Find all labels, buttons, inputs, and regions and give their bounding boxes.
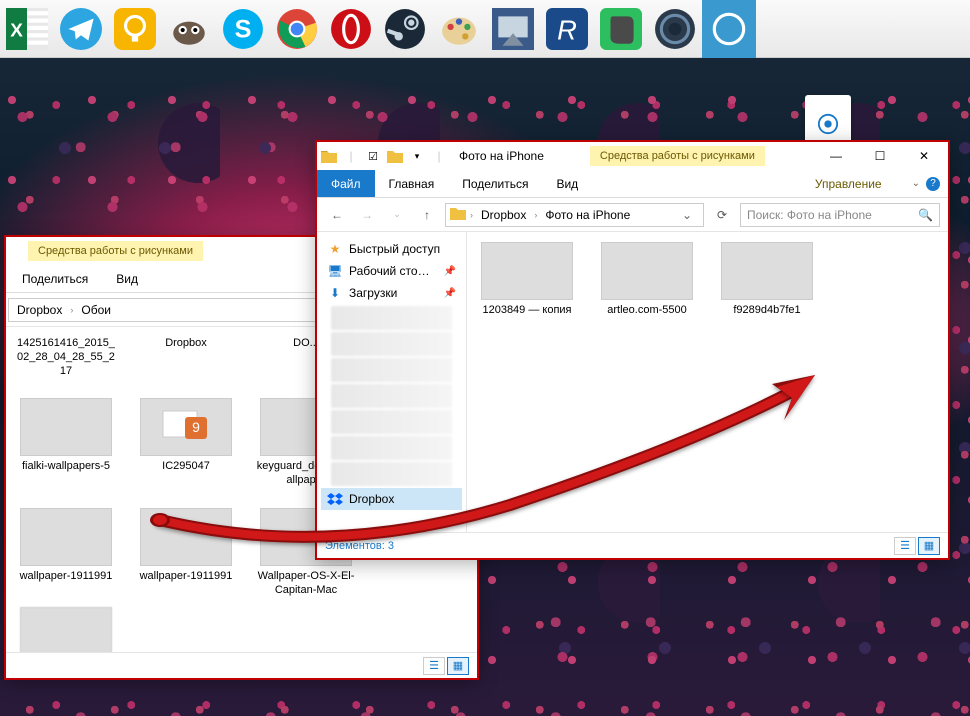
view-details-button[interactable]: ☰ [423, 657, 445, 675]
file-item[interactable]: 1425161416_2015_02_28_04_28_55_217 [16, 337, 116, 378]
svg-text:9: 9 [192, 419, 200, 435]
view-icons-button[interactable]: ▦ [447, 657, 469, 675]
qat-newfolder-icon[interactable] [385, 146, 405, 166]
nav-downloads[interactable]: ⬇Загрузки📌 [321, 282, 462, 304]
taskbar-excel-icon[interactable]: X [0, 0, 54, 58]
tab-share[interactable]: Поделиться [8, 265, 102, 292]
desktop-icon: 🖥 [327, 263, 343, 279]
up-button[interactable]: ↑ [415, 203, 439, 227]
taskbar-paint-icon[interactable] [432, 0, 486, 58]
nav-blurred-item [331, 358, 452, 382]
nav-dropbox[interactable]: Dropbox [321, 488, 462, 510]
qat-dropdown-icon[interactable]: ▾ [407, 146, 427, 166]
svg-text:X: X [10, 20, 23, 41]
nav-blurred-item [331, 462, 452, 486]
taskbar-gimp-icon[interactable] [162, 0, 216, 58]
address-dropdown-icon[interactable]: ⌄ [675, 208, 699, 222]
taskbar: X S R [0, 0, 970, 58]
view-icons-button[interactable]: ▦ [918, 537, 940, 555]
file-item[interactable]: wallpaper-1911991 [16, 508, 116, 598]
ribbon: Файл Главная Поделиться Вид Управление ⌄… [317, 170, 948, 198]
download-icon: ⬇ [327, 285, 343, 301]
status-bar: ☰ ▦ [6, 652, 477, 678]
taskbar-chrome-icon[interactable] [270, 0, 324, 58]
taskbar-opera-icon[interactable] [324, 0, 378, 58]
tab-share[interactable]: Поделиться [448, 170, 542, 197]
nav-blurred-item [331, 306, 452, 330]
svg-text:R: R [557, 14, 577, 45]
star-icon: ★ [327, 241, 343, 257]
taskbar-evernote-icon[interactable] [594, 0, 648, 58]
taskbar-skype-icon[interactable]: S [216, 0, 270, 58]
pin-icon: 📌 [444, 266, 456, 277]
tab-view[interactable]: Вид [542, 170, 592, 197]
maximize-button[interactable]: ☐ [858, 142, 902, 170]
search-icon: 🔍 [918, 208, 933, 222]
taskbar-tips-icon[interactable] [108, 0, 162, 58]
file-item[interactable]: wallpapers-nature-1 [16, 607, 116, 652]
nav-desktop[interactable]: 🖥Рабочий сто…📌 [321, 260, 462, 282]
file-item[interactable]: artleo.com-5500 [597, 242, 697, 318]
view-details-button[interactable]: ☰ [894, 537, 916, 555]
explorer-window-front: | ☑ ▾ | Фото на iPhone Средства работы с… [315, 140, 950, 560]
taskbar-telegram-icon[interactable] [54, 0, 108, 58]
minimize-button[interactable]: — [814, 142, 858, 170]
file-item[interactable]: wallpaper-1911991 [136, 508, 236, 598]
navigation-pane[interactable]: ★Быстрый доступ 🖥Рабочий сто…📌 ⬇Загрузки… [317, 232, 467, 532]
recent-dropdown[interactable]: ⌄ [385, 203, 409, 227]
qat-properties-icon[interactable]: ☑ [363, 146, 383, 166]
help-icon[interactable]: ? [926, 177, 940, 191]
dropbox-icon [327, 491, 343, 507]
back-button[interactable]: ← [325, 203, 349, 227]
item-count: Элементов: 3 [325, 540, 394, 552]
close-button[interactable]: ✕ [902, 142, 946, 170]
qat-separator: | [341, 146, 361, 166]
nav-blurred-item [331, 436, 452, 460]
ribbon-expand-icon[interactable]: ⌄ [912, 178, 920, 189]
file-list[interactable]: 1203849 — копия artleo.com-5500 f9289d4b… [467, 232, 948, 532]
search-input[interactable]: Поиск: Фото на iPhone 🔍 [740, 203, 940, 227]
pin-icon: 📌 [444, 288, 456, 299]
search-placeholder: Поиск: Фото на iPhone [747, 208, 872, 222]
tab-manage[interactable]: Управление [801, 170, 912, 197]
folder-icon [319, 146, 339, 166]
folder-icon [450, 206, 466, 223]
nav-blurred-item [331, 410, 452, 434]
titlebar[interactable]: | ☑ ▾ | Фото на iPhone Средства работы с… [317, 142, 948, 170]
taskbar-obs-icon[interactable] [648, 0, 702, 58]
nav-quick-access[interactable]: ★Быстрый доступ [321, 238, 462, 260]
contextual-tab-label: Средства работы с рисунками [590, 146, 765, 166]
breadcrumb-segment[interactable]: Обои [77, 303, 115, 317]
taskbar-rstudio-icon[interactable]: R [540, 0, 594, 58]
address-bar[interactable]: › Dropbox› Фото на iPhone ⌄ [445, 203, 704, 227]
nav-blurred-item [331, 384, 452, 408]
forward-button[interactable]: → [355, 203, 379, 227]
window-title: Фото на iPhone [459, 149, 544, 163]
file-item[interactable]: 9IC295047 [136, 398, 236, 488]
tab-file[interactable]: Файл [317, 170, 375, 197]
file-item[interactable]: Dropbox [136, 337, 236, 378]
breadcrumb-segment[interactable]: Dropbox [13, 303, 66, 317]
contextual-tab-label: Средства работы с рисунками [28, 241, 203, 261]
tab-home[interactable]: Главная [375, 170, 449, 197]
tab-view[interactable]: Вид [102, 265, 152, 292]
nav-blurred-item [331, 332, 452, 356]
address-row: ← → ⌄ ↑ › Dropbox› Фото на iPhone ⌄ ⟳ По… [317, 198, 948, 232]
file-item[interactable]: fialki-wallpapers-5 [16, 398, 116, 488]
status-bar: Элементов: 3 ☰ ▦ [317, 532, 948, 558]
breadcrumb-segment[interactable]: Фото на iPhone [541, 208, 634, 222]
file-item[interactable]: 1203849 — копия [477, 242, 577, 318]
refresh-button[interactable]: ⟳ [710, 203, 734, 227]
taskbar-steam-icon[interactable] [378, 0, 432, 58]
taskbar-cortana-icon[interactable] [702, 0, 756, 58]
qat-separator: | [429, 146, 449, 166]
svg-text:S: S [235, 15, 252, 43]
file-item[interactable]: f9289d4b7fe1 [717, 242, 817, 318]
taskbar-revo-icon[interactable] [486, 0, 540, 58]
breadcrumb-segment[interactable]: Dropbox [477, 208, 530, 222]
